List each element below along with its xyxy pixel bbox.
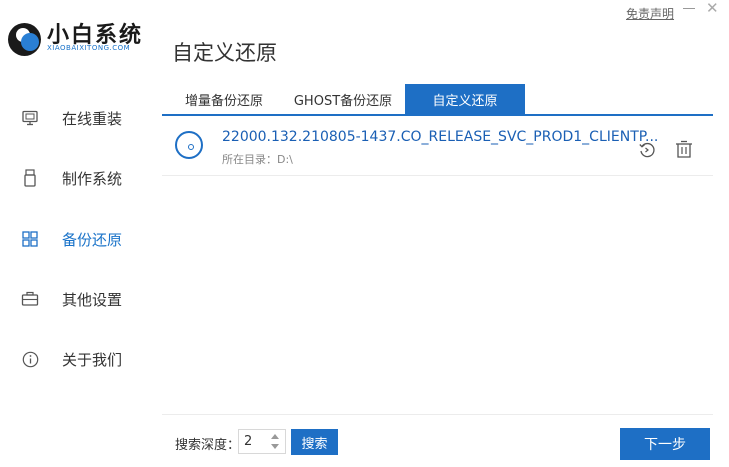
spin-down-icon[interactable] <box>271 444 279 449</box>
trash-icon[interactable] <box>674 139 694 159</box>
minimize-button[interactable] <box>683 8 695 9</box>
tab-underline <box>162 114 713 116</box>
backup-file-name: 22000.132.210805-1437.CO_RELEASE_SVC_PRO… <box>222 129 659 145</box>
app-subtitle: XIAOBAIXITONG.COM <box>47 44 131 52</box>
sidebar-item-label: 制作系统 <box>62 169 123 188</box>
search-button[interactable]: 搜索 <box>291 429 338 455</box>
backup-list-item[interactable] <box>162 117 713 176</box>
tab-incremental-backup[interactable]: 增量备份还原 <box>175 84 273 114</box>
tab-custom-restore[interactable]: 自定义还原 <box>405 84 525 114</box>
disc-icon <box>175 131 203 159</box>
sidebar-item-label: 在线重装 <box>62 109 123 128</box>
sidebar-item-other-settings[interactable]: 其他设置 <box>20 284 150 314</box>
usb-icon <box>20 168 40 188</box>
sidebar-item-label: 其他设置 <box>62 290 123 309</box>
search-depth-label: 搜索深度： <box>175 438 241 453</box>
backup-directory: 所在目录：D:\ <box>222 153 293 166</box>
search-depth-value[interactable]: 2 <box>244 434 252 449</box>
grid-icon <box>20 229 40 249</box>
sidebar-item-make-system[interactable]: 制作系统 <box>20 163 150 193</box>
info-icon <box>20 349 40 369</box>
spin-up-icon[interactable] <box>271 434 279 439</box>
sidebar-item-backup-restore[interactable]: 备份还原 <box>20 224 150 254</box>
tab-ghost-backup[interactable]: GHOST备份还原 <box>287 84 399 114</box>
sidebar-item-online-reinstall[interactable]: 在线重装 <box>20 103 150 133</box>
sidebar-item-label: 关于我们 <box>62 350 123 369</box>
disclaimer-link[interactable]: 免责声明 <box>626 5 674 22</box>
logo-icon <box>8 23 41 56</box>
sidebar-item-label: 备份还原 <box>62 230 123 249</box>
sidebar-item-about-us[interactable]: 关于我们 <box>20 344 150 374</box>
next-button[interactable]: 下一步 <box>620 428 710 460</box>
search-depth-stepper[interactable]: 2 <box>238 429 286 454</box>
close-button[interactable]: ✕ <box>706 1 719 16</box>
monitor-icon <box>20 108 40 128</box>
restore-icon[interactable] <box>638 141 656 159</box>
page-title: 自定义还原 <box>172 41 277 65</box>
footer-divider <box>162 414 713 415</box>
briefcase-icon <box>20 289 40 309</box>
